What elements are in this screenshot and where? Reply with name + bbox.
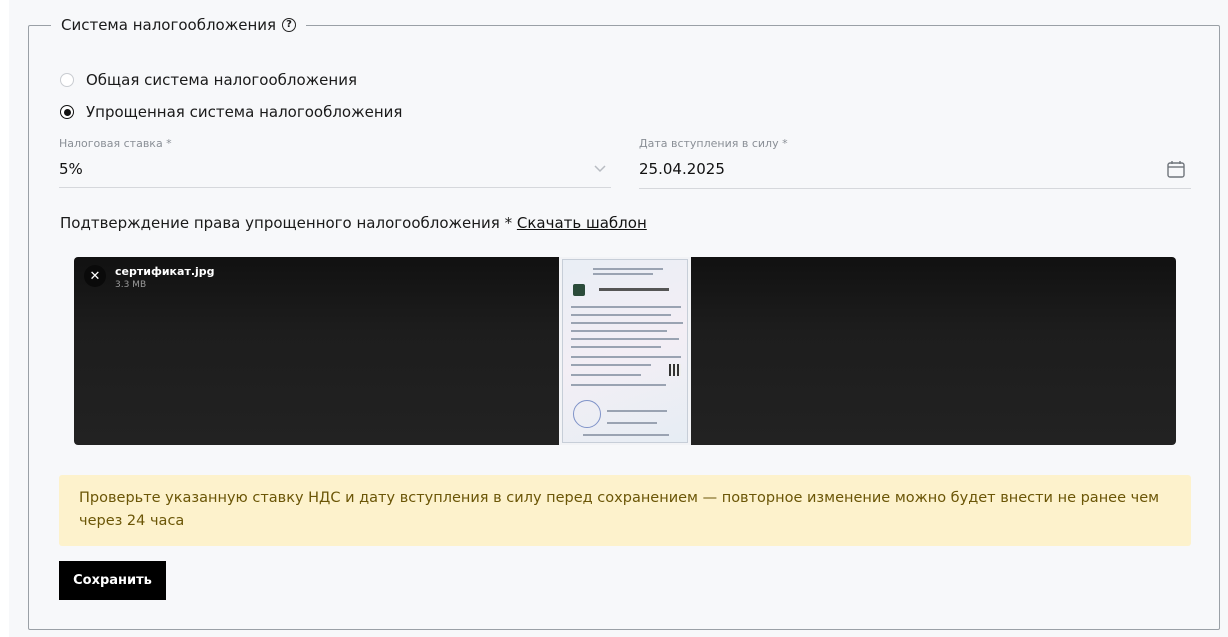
radio-label: Общая система налогообложения — [86, 71, 357, 89]
confirmation-text: Подтверждение права упрощенного налогооб… — [60, 214, 513, 232]
doc-line — [571, 322, 683, 324]
radio-button-checked[interactable] — [60, 105, 74, 119]
doc-line — [593, 268, 663, 270]
radio-simplified-tax-system[interactable]: Упрощенная система налогообложения — [60, 103, 402, 121]
calendar-icon[interactable] — [1166, 159, 1186, 179]
doc-line — [571, 330, 667, 332]
doc-line — [571, 338, 679, 340]
download-template-link[interactable]: Скачать шаблон — [517, 214, 647, 232]
save-button[interactable]: Сохранить — [59, 561, 166, 600]
doc-line — [607, 410, 667, 412]
doc-line — [571, 384, 666, 386]
question-circle-icon[interactable]: ? — [282, 18, 297, 32]
doc-line — [583, 434, 669, 436]
doc-line — [571, 356, 681, 358]
tax-rate-underline — [59, 187, 611, 188]
section-title: Система налогообложения — [61, 16, 277, 34]
tax-rate-label: Налоговая ставка * — [59, 137, 172, 150]
doc-line — [571, 314, 671, 316]
effective-date-label: Дата вступления в силу * — [639, 137, 788, 150]
certificate-image[interactable] — [559, 257, 691, 445]
radio-label: Упрощенная система налогообложения — [86, 103, 403, 121]
doc-line — [607, 422, 657, 424]
tax-rate-select[interactable]: Налоговая ставка * 5% — [59, 137, 611, 189]
attachment-preview: ✕ сертификат.jpg 3.3 MB — [74, 257, 1176, 445]
doc-logo-icon — [573, 284, 585, 296]
doc-line — [571, 346, 661, 348]
close-icon[interactable]: ✕ — [84, 265, 106, 287]
doc-line — [571, 374, 641, 376]
effective-date-input[interactable]: Дата вступления в силу * 25.04.2025 — [639, 137, 1191, 189]
doc-qr-icon — [669, 364, 681, 376]
section-legend: Система налогообложения ? — [51, 16, 306, 34]
confirmation-row: Подтверждение права упрощенного налогооб… — [60, 214, 647, 232]
doc-heading-line — [599, 288, 669, 291]
chevron-down-icon[interactable] — [593, 164, 607, 174]
tax-rate-value: 5% — [59, 160, 83, 178]
warning-banner: Проверьте указанную ставку НДС и дату вс… — [59, 475, 1191, 546]
file-name: сертификат.jpg — [115, 265, 215, 278]
doc-line — [571, 306, 681, 308]
effective-date-underline — [639, 188, 1191, 189]
effective-date-value: 25.04.2025 — [639, 160, 725, 178]
radio-button[interactable] — [60, 73, 74, 87]
doc-line — [593, 273, 653, 275]
doc-line — [571, 364, 651, 366]
doc-stamp-icon — [573, 400, 601, 428]
radio-general-tax-system[interactable]: Общая система налогообложения — [60, 71, 357, 89]
file-size: 3.3 MB — [115, 280, 147, 290]
certificate-sheet — [562, 259, 688, 443]
